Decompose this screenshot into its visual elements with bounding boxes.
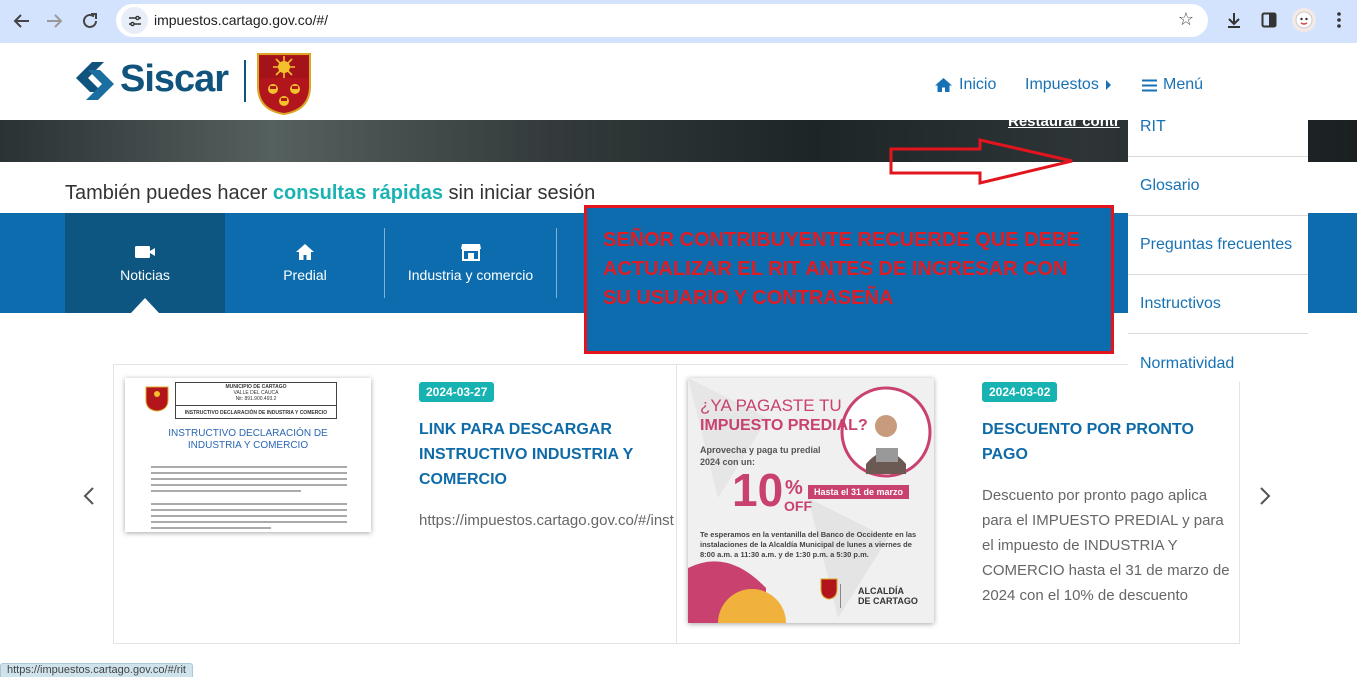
tab-industria-comercio[interactable]: Industria y comercio — [385, 213, 556, 313]
promo-percent: % — [785, 477, 803, 499]
news-title[interactable]: LINK PARA DESCARGAR INSTRUCTIVO INDUSTRI… — [419, 417, 649, 492]
doc-title-bar: INSTRUCTIVO DECLARACIÓN DE INDUSTRIA Y C… — [176, 405, 336, 416]
kebab-menu-icon[interactable] — [1327, 8, 1351, 32]
caret-right-icon — [1105, 80, 1111, 90]
quick-queries-tagline: También puedes hacer consultas rápidas s… — [65, 182, 595, 205]
notice-line: ACTUALIZAR EL RIT ANTES DE INGRESAR CON — [603, 258, 1068, 280]
promo-org1: ALCALDÍA — [858, 586, 904, 596]
tab-noticias-label: Noticias — [120, 267, 170, 283]
tagline-highlight: consultas rápidas — [272, 182, 443, 204]
profile-avatar-icon[interactable] — [1292, 8, 1316, 32]
tab-separator — [556, 228, 557, 298]
browser-toolbar: impuestos.cartago.gov.co/#/ ☆ — [0, 0, 1357, 43]
side-panel-icon[interactable] — [1257, 8, 1281, 32]
tagline-after: sin iniciar sesión — [442, 182, 596, 204]
predial-promo-thumbnail[interactable]: ¿YA PAGASTE TU IMPUESTO PREDIAL? Aprovec… — [688, 378, 934, 623]
address-url[interactable]: impuestos.cartago.gov.co/#/ — [154, 12, 328, 28]
siscar-logo-icon[interactable] — [74, 58, 116, 104]
news-body: Descuento por pronto pago aplica para el… — [982, 487, 1230, 604]
tab-industria-comercio-label: Industria y comercio — [407, 267, 534, 283]
restaurar-link[interactable]: Restaurar contr — [1008, 113, 1120, 130]
tagline-before: También puedes hacer — [65, 182, 273, 204]
carousel-prev-chevron-icon[interactable] — [82, 485, 96, 514]
promo-deadline: Hasta el 31 de marzo — [808, 485, 910, 499]
menu-item-normatividad[interactable]: Normatividad — [1128, 334, 1308, 393]
back-arrow-icon[interactable] — [8, 7, 36, 35]
site-settings-icon[interactable] — [121, 7, 148, 34]
nav-inicio-label: Inicio — [959, 76, 997, 93]
nav-inicio[interactable]: Inicio — [934, 76, 996, 94]
nav-menu-label: Menú — [1163, 76, 1204, 93]
instructivo-thumbnail[interactable]: MUNICIPIO DE CARTAGO VALLE DEL CAUCA Nit… — [125, 378, 371, 532]
brand-name[interactable]: Siscar — [120, 58, 229, 101]
promo-headline2: IMPUESTO PREDIAL? — [700, 417, 868, 434]
menu-item-instructivos[interactable]: Instructivos — [1128, 275, 1308, 334]
download-icon[interactable] — [1222, 8, 1246, 32]
hamburger-icon — [1142, 79, 1157, 91]
promo-big-10: 10 — [732, 464, 784, 516]
notice-line: SU USUARIO Y CONTRASEÑA — [603, 287, 894, 309]
promo-info: Te esperamos en la ventanilla del Banco … — [700, 530, 917, 559]
notice-line: SEÑOR CONTRIBUYENTE RECUERDE QUE DEBE — [603, 229, 1080, 251]
nav-impuestos-label: Impuestos — [1025, 76, 1099, 93]
carousel-next-chevron-icon[interactable] — [1258, 485, 1272, 514]
news-card: MUNICIPIO DE CARTAGO VALLE DEL CAUCA Nit… — [113, 364, 677, 644]
address-bar[interactable]: impuestos.cartago.gov.co/#/ ☆ — [116, 4, 1208, 37]
reload-icon[interactable] — [76, 7, 104, 35]
coat-of-arms-icon — [145, 386, 169, 412]
news-date: 2024-03-02 — [982, 382, 1058, 402]
doc-header-line: Nit: 891.900.493.2 — [235, 396, 277, 402]
store-icon — [460, 244, 481, 261]
rit-notice-box: SEÑOR CONTRIBUYENTE RECUERDE QUE DEBE AC… — [584, 205, 1114, 354]
home-icon — [296, 244, 314, 260]
promo-headline1: ¿YA PAGASTE TU — [700, 396, 842, 415]
red-annotation-arrow-icon — [889, 138, 1073, 185]
nav-impuestos[interactable]: Impuestos — [1025, 76, 1112, 94]
menu-item-preguntas-frecuentes[interactable]: Preguntas frecuentes — [1128, 216, 1308, 275]
promo-off: OFF — [784, 498, 812, 514]
bookmark-star-icon[interactable]: ☆ — [1178, 9, 1194, 30]
nav-menu[interactable]: Menú — [1142, 76, 1203, 94]
news-date: 2024-03-27 — [419, 382, 495, 402]
link-status-bar: https://impuestos.cartago.gov.co/#/rit — [0, 663, 193, 677]
promo-divider — [840, 584, 841, 608]
doc-body-lines — [151, 466, 347, 529]
video-camera-icon — [135, 246, 155, 258]
tab-predial[interactable]: Predial — [225, 213, 385, 313]
news-card: ¿YA PAGASTE TU IMPUESTO PREDIAL? Aprovec… — [676, 364, 1240, 644]
doc-heading: INSTRUCTIVO DECLARACIÓN DE INDUSTRIA Y C… — [168, 428, 328, 451]
forward-arrow-icon[interactable] — [40, 7, 68, 35]
menu-top-overlap — [1128, 98, 1308, 118]
promo-org2: DE CARTAGO — [858, 596, 918, 606]
menu-dropdown: RIT Glosario Preguntas frecuentes Instru… — [1128, 98, 1308, 382]
document-header-box: MUNICIPIO DE CARTAGO VALLE DEL CAUCA Nit… — [175, 382, 337, 419]
cartago-coat-of-arms-icon — [257, 53, 311, 115]
tab-predial-label: Predial — [283, 267, 327, 283]
alcaldia-shield-icon — [820, 578, 838, 600]
menu-item-glosario[interactable]: Glosario — [1128, 157, 1308, 216]
active-tab-caret — [131, 298, 159, 313]
news-title[interactable]: DESCUENTO POR PRONTO PAGO — [982, 417, 1212, 467]
home-icon — [935, 78, 952, 92]
news-body[interactable]: https://impuestos.cartago.gov.co/#/inst — [419, 508, 674, 533]
logo-divider — [244, 60, 246, 102]
